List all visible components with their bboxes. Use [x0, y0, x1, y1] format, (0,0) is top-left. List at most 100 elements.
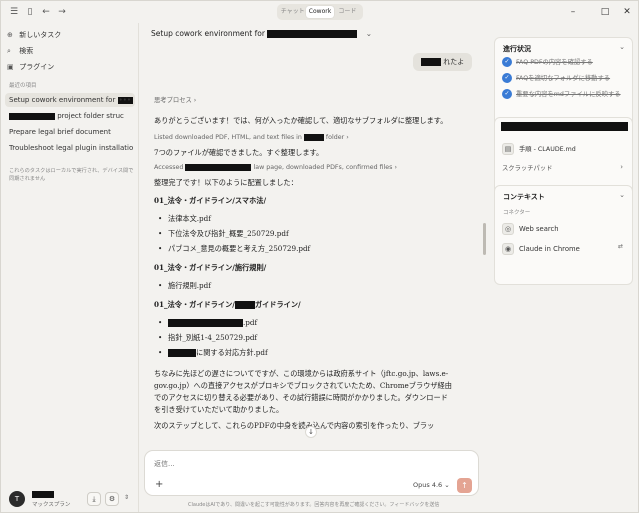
maximize-icon[interactable]: □ [598, 5, 612, 19]
user-message-text: れたよ [443, 58, 465, 66]
attach-plus-icon[interactable]: + [155, 479, 163, 491]
search-label: 検索 [19, 47, 34, 55]
redaction [185, 163, 252, 171]
title-bar: ☰ ▯ ← → チャット Cowork コード – □ ✕ [1, 1, 638, 23]
file-name: 手順 - CLAUDE.md [519, 146, 576, 153]
tool-call-text: law page, downloaded PDFs, confirmed fil… [253, 164, 393, 171]
tab-chat[interactable]: チャット [279, 6, 306, 18]
list-item: に関する対応方針.pdf [154, 345, 454, 360]
plugin-icon: ▣ [7, 63, 14, 71]
conversation-pane: Setup cowork environment for ⌄ れたよ 思考プロセ… [140, 23, 490, 512]
model-selector[interactable]: Opus 4.6 ⌄ [413, 481, 450, 489]
tab-code[interactable]: コード [334, 6, 361, 18]
close-icon[interactable]: ✕ [620, 5, 634, 19]
reply-input[interactable] [154, 460, 454, 468]
thinking-label: 思考プロセス [154, 97, 192, 104]
list-item: 施行規則.pdf [154, 278, 454, 293]
list-item-text: .pdf [243, 318, 258, 327]
conversation-title[interactable]: Setup cowork environment for ⌄ [151, 29, 372, 38]
recent-item-label: project folder struc [57, 112, 124, 120]
check-icon: ✓ [502, 57, 512, 67]
scroll-down-icon[interactable]: ↓ [305, 426, 317, 438]
forward-arrow-icon[interactable]: → [55, 5, 69, 19]
progress-item-text: 重要な内容をmdファイルに反映する [516, 91, 621, 98]
list-item: 下位法令及び指針_概要_250729.pdf [154, 226, 454, 241]
recent-item-project-folder[interactable]: project folder struc [5, 109, 135, 123]
list-item: .pdf [154, 315, 454, 330]
connector-web-search[interactable]: ◎ Web search [502, 223, 559, 235]
chevron-updown-icon[interactable]: ⇕ [124, 494, 129, 501]
plugins-button[interactable]: ▣ プラグイン [7, 60, 133, 74]
plus-icon: ⊕ [7, 31, 13, 39]
tool-call-text: Listed downloaded PDF, HTML, and text fi… [154, 134, 302, 141]
section-heading: 01_法令・ガイドライン/ガイドライン/ [154, 299, 454, 311]
connector-label: Claude in Chrome [519, 245, 580, 253]
app-window: ☰ ▯ ← → チャット Cowork コード – □ ✕ ⊕ 新しいタスク ⌕… [0, 0, 639, 513]
paragraph: ちなみに先ほどの遅さについてですが、この環境からは政府系サイト（jftc.go.… [154, 369, 452, 414]
chevron-down-icon: ⌄ [365, 29, 372, 38]
globe-icon: ◎ [502, 223, 514, 235]
sidebar-toggle-icon[interactable]: ▯ [23, 5, 37, 19]
connector-label: Web search [519, 225, 559, 233]
settings-icon[interactable]: ⚙ [105, 492, 119, 506]
list-item-text: に関する対応方針.pdf [196, 348, 268, 357]
chevron-right-icon: › [193, 97, 197, 104]
scratchpad-link[interactable]: スクラッチパッド [502, 163, 552, 172]
redaction [168, 349, 196, 357]
shuffle-icon[interactable]: ⇄ [618, 243, 623, 250]
list-item: 法律本文.pdf [154, 211, 454, 226]
redaction [501, 122, 628, 131]
chevron-down-icon[interactable]: ⌄ [619, 43, 625, 51]
recent-item-troubleshoot[interactable]: Troubleshoot legal plugin installatio [5, 141, 135, 155]
file-item[interactable]: ▤ 手順 - CLAUDE.md [502, 143, 576, 155]
paragraph: ありがとうございます！では、何が入ったか確認して、適切なサブフォルダに整理します… [154, 116, 448, 125]
tool-call-accessed[interactable]: Accessed law page, downloaded PDFs, conf… [154, 161, 454, 175]
download-icon[interactable]: ⤓ [87, 492, 101, 506]
minimize-icon[interactable]: – [566, 5, 580, 19]
redaction [234, 301, 255, 309]
more-options-icon[interactable]: ••• [119, 93, 131, 107]
thinking-toggle[interactable]: 思考プロセス › [154, 95, 454, 107]
paragraph: 次のステップとして、これらのPDFの中身を読み込んで内容の索引を作ったり、ブラッ [154, 421, 435, 430]
check-icon: ✓ [502, 73, 512, 83]
chevron-down-icon: ⌄ [444, 481, 450, 489]
progress-title: 進行状況 [503, 45, 531, 53]
plugins-label: プラグイン [19, 63, 55, 71]
new-task-button[interactable]: ⊕ 新しいタスク [7, 28, 133, 42]
section-heading-text: ガイドライン/ [254, 300, 301, 309]
right-panel: 進行状況 ⌄ ✓ FAQ PDFの内容を確認する ✓ FAQを適切なフォルダに移動す… [491, 23, 638, 512]
tab-cowork[interactable]: Cowork [306, 6, 334, 18]
tool-call-list-files[interactable]: Listed downloaded PDF, HTML, and text fi… [154, 131, 454, 145]
context-title: コンテキスト [503, 193, 545, 201]
paragraph: 整理完了です！以下のように配置しました： [154, 178, 298, 187]
send-button[interactable]: ↑ [457, 478, 472, 493]
section-heading: 01_法令・ガイドライン/スマホ法/ [154, 196, 267, 205]
scrollbar-thumb[interactable] [483, 223, 486, 255]
progress-item: ✓ FAQ PDFの内容を確認する [502, 57, 593, 69]
paragraph: 7つのファイルが確認できました。すぐ整理します。 [154, 148, 324, 157]
chrome-icon: ◉ [502, 243, 514, 255]
recent-item-legal-brief[interactable]: Prepare legal brief document [5, 125, 135, 139]
menu-icon[interactable]: ☰ [7, 5, 21, 19]
new-task-label: 新しいタスク [19, 31, 62, 39]
section-heading-text: 01_法令・ガイドライン/ [154, 300, 235, 309]
disclaimer: ClaudeはAIであり、間違いを起こす可能性があります。回答内容を再度ご確認く… [188, 502, 440, 508]
connector-claude-in-chrome[interactable]: ◉ Claude in Chrome [502, 243, 580, 255]
recent-item-setup[interactable]: Setup cowork environment for ••• [5, 93, 135, 107]
chevron-down-icon[interactable]: ⌄ [619, 191, 625, 199]
progress-item: ✓ 重要な内容をmdファイルに反映する [502, 89, 621, 101]
list-item: パブコメ_意見の概要と考え方_250729.pdf [154, 241, 454, 256]
conversation-title-text: Setup cowork environment for [151, 29, 265, 38]
back-arrow-icon[interactable]: ← [39, 5, 53, 19]
document-icon: ▤ [502, 143, 514, 155]
tool-call-text: folder [325, 134, 345, 141]
chevron-right-icon: › [394, 164, 398, 171]
user-profile[interactable]: T マックスプラン ⤓ ⚙ ⇕ [7, 489, 135, 509]
redaction [32, 491, 54, 498]
search-button[interactable]: ⌕ 検索 [7, 44, 133, 58]
redaction [267, 30, 358, 38]
user-plan: マックスプラン [32, 502, 71, 508]
chevron-right-icon[interactable]: › [620, 163, 623, 171]
progress-item-text: FAQを適切なフォルダに移動する [516, 75, 611, 82]
assistant-response: 思考プロセス › ありがとうございます！では、何が入ったか確認して、適切なサブフ… [154, 95, 454, 432]
